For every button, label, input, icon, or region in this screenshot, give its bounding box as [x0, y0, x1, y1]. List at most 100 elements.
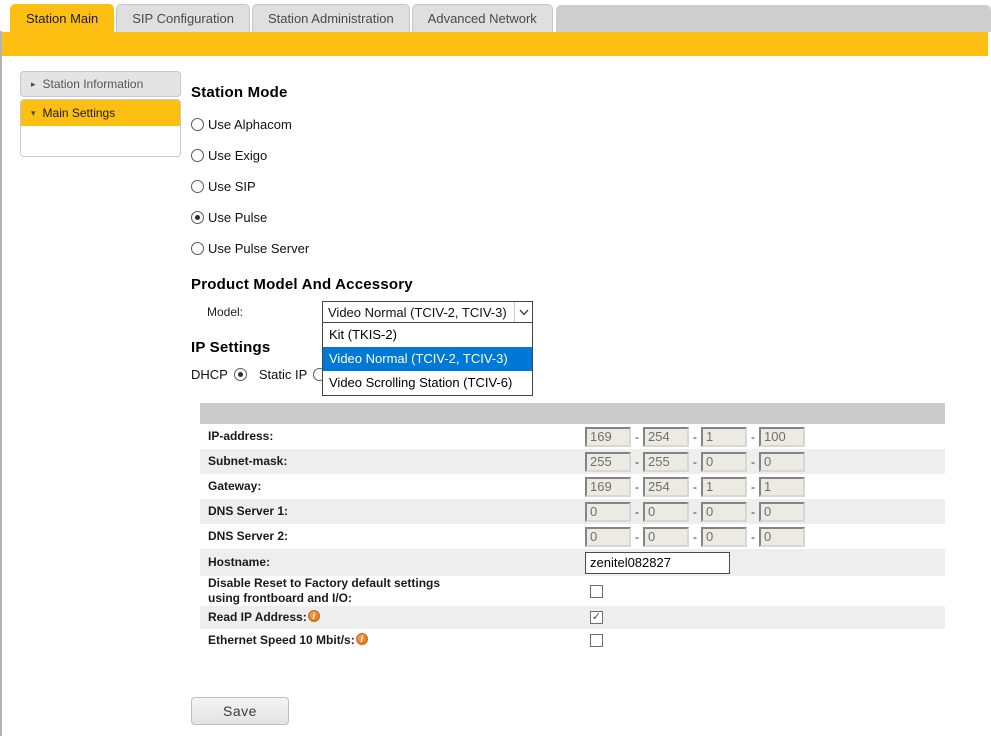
- row-label: DNS Server 2:: [200, 529, 585, 544]
- radio-option-use-exigo: Use Exigo: [191, 140, 991, 171]
- ip-octet-input: [701, 502, 747, 522]
- ip-octet-input: [701, 427, 747, 447]
- octet-separator: -: [635, 530, 639, 544]
- model-select[interactable]: Video Normal (TCIV-2, TCIV-3): [322, 301, 533, 323]
- sidebar-panel-main-settings: ▾ Main Settings: [20, 99, 181, 157]
- row-label: Disable Reset to Factory default setting…: [200, 576, 585, 606]
- radio-use-exigo[interactable]: [191, 149, 204, 162]
- model-select-wrap: Video Normal (TCIV-2, TCIV-3) Kit (TKIS-…: [322, 301, 533, 323]
- octet-separator: -: [693, 455, 697, 469]
- ip-mode-row: DHCPStatic IP: [191, 366, 991, 383]
- row-label-text: Hostname:: [208, 555, 270, 570]
- ip-octet-input: [701, 477, 747, 497]
- row-value: ---: [585, 527, 945, 547]
- tab-bar-filler: [556, 5, 991, 32]
- ip-mode-label-dhcp: DHCP: [191, 367, 228, 382]
- table-row-ip-address: IP-address: - - -: [200, 424, 945, 449]
- row-label: IP-address:: [200, 429, 585, 444]
- table-header-bar: [200, 403, 945, 424]
- ip-octet-input: [585, 427, 631, 447]
- ip-octet-input: [585, 452, 631, 472]
- ip-octet-input: [701, 527, 747, 547]
- model-label: Model:: [207, 305, 322, 319]
- table-row-read-ip-address: Read IP Address:i ✓: [200, 606, 945, 629]
- radio-label-use-sip: Use SIP: [208, 179, 256, 194]
- sidebar-item-label: Main Settings: [43, 106, 116, 120]
- row-label-text: Disable Reset to Factory default setting…: [208, 576, 463, 606]
- tab-station-administration[interactable]: Station Administration: [252, 4, 410, 32]
- octet-separator: -: [751, 430, 755, 444]
- octet-separator: -: [635, 430, 639, 444]
- octet-separator: -: [635, 480, 639, 494]
- row-value: ---: [585, 427, 945, 447]
- checkbox-checked[interactable]: ✓: [590, 611, 603, 624]
- table-row-disable-reset-to-factory-default-setting: Disable Reset to Factory default setting…: [200, 576, 945, 606]
- info-icon[interactable]: i: [308, 610, 320, 622]
- header-band: [2, 32, 988, 56]
- tab-sip-configuration[interactable]: SIP Configuration: [116, 4, 250, 32]
- radio-label-use-pulse-server: Use Pulse Server: [208, 241, 309, 256]
- octet-separator: -: [635, 505, 639, 519]
- tab-station-main[interactable]: Station Main: [10, 4, 114, 32]
- ip-octet-input: [701, 452, 747, 472]
- checkbox-unchecked[interactable]: [590, 585, 603, 598]
- chevron-right-icon: ▸: [31, 79, 36, 90]
- octet-separator: -: [751, 530, 755, 544]
- save-button[interactable]: Save: [191, 697, 289, 725]
- table-row-dns-server-2: DNS Server 2: - - -: [200, 524, 945, 549]
- radio-option-use-pulse: Use Pulse: [191, 202, 991, 233]
- row-value: [585, 585, 945, 598]
- table-row-subnet-mask: Subnet-mask: - - -: [200, 449, 945, 474]
- info-icon[interactable]: i: [356, 633, 368, 645]
- station-mode-options: Use AlphacomUse ExigoUse SIPUse PulseUse…: [191, 109, 991, 264]
- row-label-text: Subnet-mask:: [208, 454, 287, 469]
- sidebar-item-main-settings[interactable]: ▾ Main Settings: [21, 100, 180, 126]
- row-value: [585, 634, 945, 647]
- row-label-text: IP-address:: [208, 429, 273, 444]
- octet-separator: -: [693, 530, 697, 544]
- ip-octet-input: [643, 427, 689, 447]
- radio-option-use-pulse-server: Use Pulse Server: [191, 233, 991, 264]
- table-row-hostname: Hostname:: [200, 549, 945, 576]
- tab-advanced-network[interactable]: Advanced Network: [412, 4, 553, 32]
- row-label: Subnet-mask:: [200, 454, 585, 469]
- station-mode-heading: Station Mode: [191, 84, 991, 101]
- radio-dhcp[interactable]: [234, 368, 247, 381]
- octet-separator: -: [693, 430, 697, 444]
- octet-separator: -: [751, 505, 755, 519]
- radio-use-alphacom[interactable]: [191, 118, 204, 131]
- row-label: Ethernet Speed 10 Mbit/s:i: [200, 633, 585, 648]
- sidebar: ▸ Station Information ▾ Main Settings: [20, 71, 181, 157]
- octet-separator: -: [751, 455, 755, 469]
- row-value: ---: [585, 452, 945, 472]
- row-value: ✓: [585, 611, 945, 624]
- model-option-video-normal-tciv-2-tciv-3[interactable]: Video Normal (TCIV-2, TCIV-3): [323, 347, 532, 371]
- ip-octet-input: [643, 477, 689, 497]
- ip-octet-input: [643, 527, 689, 547]
- sidebar-item-station-information[interactable]: ▸ Station Information: [20, 71, 181, 97]
- table-row-dns-server-1: DNS Server 1:---: [200, 499, 945, 524]
- radio-use-pulse[interactable]: [191, 211, 204, 224]
- main-panel: Station Mode Use AlphacomUse ExigoUse SI…: [191, 56, 991, 725]
- ip-octet-input: [759, 502, 805, 522]
- row-label: Gateway:: [200, 479, 585, 494]
- model-option-kit-tkis-2[interactable]: Kit (TKIS-2): [323, 323, 532, 347]
- ip-octet-input: [759, 452, 805, 472]
- checkbox-unchecked[interactable]: [590, 634, 603, 647]
- row-label-text: DNS Server 1:: [208, 504, 288, 519]
- table-rows: IP-address: - - - Subnet-mask: - - - Gateway: - - -…: [200, 424, 945, 652]
- octet-separator: -: [751, 480, 755, 494]
- ip-octet-input: [585, 477, 631, 497]
- row-label: Hostname:: [200, 555, 585, 570]
- radio-option-use-sip: Use SIP: [191, 171, 991, 202]
- sidebar-item-label: Station Information: [43, 77, 144, 91]
- radio-use-pulse-server[interactable]: [191, 242, 204, 255]
- row-label: Read IP Address:i: [200, 610, 585, 625]
- hostname-input[interactable]: [585, 552, 730, 574]
- model-dropdown-list: Kit (TKIS-2)Video Normal (TCIV-2, TCIV-3…: [322, 322, 533, 396]
- radio-use-sip[interactable]: [191, 180, 204, 193]
- model-option-video-scrolling-station-tciv-6[interactable]: Video Scrolling Station (TCIV-6): [323, 371, 532, 395]
- model-select-value: Video Normal (TCIV-2, TCIV-3): [328, 305, 507, 320]
- sidebar-panel-body: [21, 126, 180, 156]
- octet-separator: -: [635, 455, 639, 469]
